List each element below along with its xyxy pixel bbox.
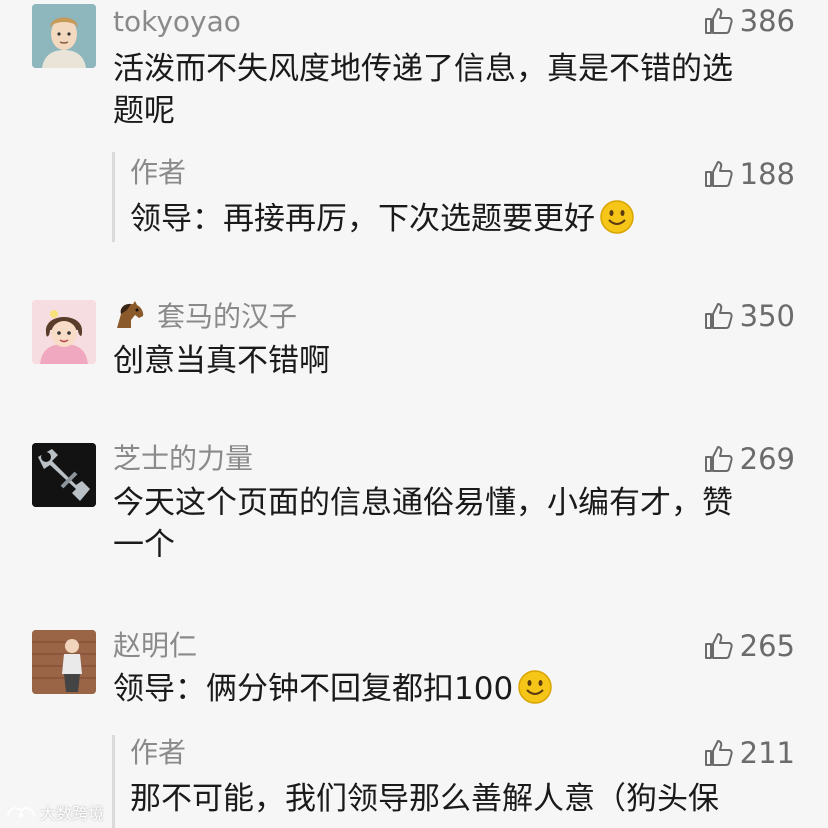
like-count: 350 [739,299,795,333]
thumbs-up-icon [704,161,733,187]
avatar[interactable] [32,630,96,694]
watermark-text: 大数跨境 [40,804,105,823]
reply-author[interactable]: 作者 [130,157,186,189]
comment-text-line: 今天这个页面的信息通俗易懂，小编有才，赞 [113,485,733,521]
like-count: 188 [739,157,795,191]
brand-logo-icon [7,807,35,818]
horse-emoji-icon [113,300,147,337]
like-count: 211 [739,736,795,770]
thumbs-up-icon [704,633,733,659]
comment-text: 领导：俩分钟不回复都扣100 [113,668,788,716]
like-button[interactable]: 269 [702,443,795,475]
comment-text: 活泼而不失风度地传递了信息，真是不错的选 题呢 [113,48,788,132]
reply-text: 那不可能，我们领导那么善解人意（狗头保 [130,778,798,820]
smile-emoji-icon [517,669,553,716]
like-button[interactable]: 386 [702,5,795,37]
reply-like-button[interactable]: 211 [702,737,795,769]
comment-text-line: 创意当真不错啊 [113,343,330,379]
reply-divider [112,152,115,242]
comment-text-line: 一个 [113,527,175,563]
reply-divider [112,735,115,828]
username[interactable]: tokyoyao [113,6,241,38]
reply-text: 领导：再接再厉，下次选题要更好 [130,198,798,246]
like-button[interactable]: 265 [702,630,795,662]
username-text: 套马的汉子 [157,300,298,333]
reply-like-button[interactable]: 188 [702,158,795,190]
like-count: 269 [739,442,795,476]
avatar[interactable] [32,4,96,68]
avatar[interactable] [32,443,96,507]
like-count: 265 [739,629,795,663]
like-button[interactable]: 350 [702,300,795,332]
username[interactable]: 赵明仁 [113,630,197,662]
thumbs-up-icon [704,303,733,329]
reply-author[interactable]: 作者 [130,737,186,769]
thumbs-up-icon [704,740,733,766]
thumbs-up-icon [704,8,733,34]
reply-text-content: 领导：再接再厉，下次选题要更好 [130,201,595,237]
comment-text-line: 活泼而不失风度地传递了信息，真是不错的选 [113,51,733,87]
thumbs-up-icon [704,446,733,472]
comment-text-content: 领导：俩分钟不回复都扣100 [113,671,514,707]
watermark: 大数跨境 [6,800,104,824]
smile-emoji-icon [599,199,635,246]
username[interactable]: 芝士的力量 [113,443,253,475]
comment-text: 创意当真不错啊 [113,340,788,382]
username[interactable]: 套马的汉子 [113,300,297,337]
comment-text: 今天这个页面的信息通俗易懂，小编有才，赞 一个 [113,482,788,566]
comment-text-line: 领导：俩分钟不回复都扣100 [113,668,788,716]
comment-text-line: 题呢 [113,93,175,129]
reply-text-content: 那不可能，我们领导那么善解人意（狗头保 [130,781,719,817]
avatar[interactable] [32,300,96,364]
like-count: 386 [739,4,795,38]
